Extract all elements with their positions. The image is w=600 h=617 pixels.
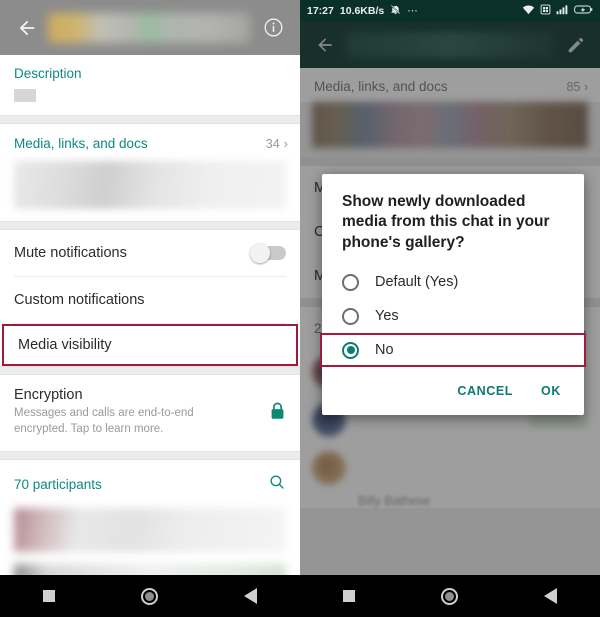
info-circle-icon[interactable]	[256, 11, 290, 45]
media-count-group: 34 ›	[266, 136, 288, 151]
participants-count-label: 70 participants	[14, 477, 102, 493]
description-section[interactable]: Description	[0, 55, 300, 115]
custom-notifications-row[interactable]: Custom notifications	[0, 277, 300, 323]
radio-option-yes[interactable]: Yes	[322, 299, 584, 333]
radio-option-yes-label: Yes	[375, 308, 399, 325]
cancel-button[interactable]: CANCEL	[450, 379, 520, 403]
dialog-title: Show newly downloaded media from this ch…	[342, 193, 550, 251]
dialog-actions: CANCEL OK	[322, 367, 584, 409]
media-visibility-label: Media visibility	[18, 337, 112, 353]
radio-option-no-highlighted[interactable]: No	[320, 333, 586, 368]
media-count-value: 34	[265, 136, 280, 151]
ok-button[interactable]: OK	[534, 379, 568, 403]
lock-icon	[269, 401, 286, 426]
circle-icon[interactable]	[441, 587, 458, 605]
left-screen-group-info: Description Media, links, and docs 34 › …	[0, 0, 300, 617]
dual-screenshot-panels: Description Media, links, and docs 34 › …	[0, 0, 600, 617]
mute-notifications-label: Mute notifications	[14, 245, 127, 261]
custom-notifications-label: Custom notifications	[14, 292, 145, 308]
section-divider	[0, 115, 300, 124]
sim-card-icon	[540, 4, 551, 18]
section-divider	[0, 451, 300, 461]
mute-notifications-row[interactable]: Mute notifications	[0, 230, 300, 276]
group-title-redacted	[48, 12, 250, 43]
section-divider	[0, 366, 300, 375]
radio-button-selected[interactable]	[342, 341, 359, 359]
media-visibility-row[interactable]: Media visibility	[4, 326, 296, 364]
status-time: 17:27	[307, 5, 334, 17]
section-divider	[0, 221, 300, 230]
radio-option-default[interactable]: Default (Yes)	[322, 265, 584, 299]
search-icon[interactable]	[268, 473, 286, 496]
encryption-subtitle: Messages and calls are end-to-end encryp…	[14, 407, 194, 435]
square-icon[interactable]	[343, 590, 355, 602]
signal-bars-icon	[556, 4, 569, 18]
media-links-docs-section[interactable]: Media, links, and docs 34 ›	[0, 124, 300, 209]
network-speed: 10.6KB/s	[339, 5, 385, 17]
triangle-back-icon[interactable]	[244, 588, 257, 604]
triangle-back-icon[interactable]	[544, 588, 557, 604]
media-visibility-dialog: Show newly downloaded media from this ch…	[320, 174, 586, 416]
radio-option-no-label: No	[375, 342, 394, 359]
status-bar-left: 17:27 10.6KB/s ⋯	[307, 4, 419, 18]
encryption-title: Encryption	[14, 387, 83, 403]
radio-button-unselected[interactable]	[342, 307, 359, 325]
media-visibility-highlight-box: Media visibility	[2, 324, 298, 366]
radio-option-default-label: Default (Yes)	[375, 274, 459, 291]
left-top-app-bar	[0, 0, 300, 55]
bell-muted-icon	[390, 4, 401, 18]
android-navigation-bar	[300, 575, 600, 617]
participant-row-redacted	[14, 508, 286, 553]
circle-icon[interactable]	[141, 587, 158, 605]
status-overflow-icon: ⋯	[407, 5, 419, 17]
description-label: Description	[14, 66, 82, 81]
square-icon[interactable]	[43, 590, 55, 602]
radio-button-unselected[interactable]	[342, 273, 359, 291]
chevron-right-icon: ›	[283, 136, 288, 151]
notification-settings-section: Mute notifications Custom notifications …	[0, 230, 300, 366]
participants-section: 70 participants	[0, 460, 300, 589]
toggle-knob	[250, 243, 270, 263]
android-status-bar: 17:27 10.6KB/s ⋯	[300, 0, 600, 22]
encryption-section[interactable]: Encryption Messages and calls are end-to…	[0, 375, 300, 452]
media-links-docs-label: Media, links, and docs	[14, 136, 148, 151]
android-navigation-bar	[0, 575, 300, 617]
mute-notifications-toggle[interactable]	[250, 243, 286, 263]
status-bar-right	[522, 4, 593, 18]
battery-icon	[574, 4, 593, 18]
right-screen-media-visibility-dialog: 17:27 10.6KB/s ⋯ Media, links, and docs …	[300, 0, 600, 617]
wifi-icon	[522, 4, 535, 18]
media-thumbnails-redacted	[14, 161, 286, 209]
description-value-redacted	[14, 89, 36, 102]
back-icon[interactable]	[10, 11, 44, 45]
